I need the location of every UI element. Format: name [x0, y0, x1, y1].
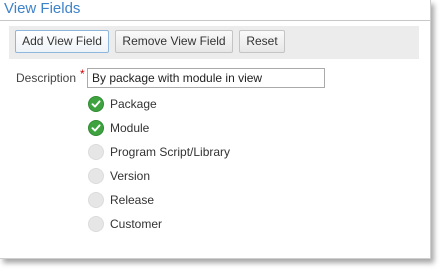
check-circle-icon[interactable]	[88, 120, 104, 136]
empty-circle-icon[interactable]	[88, 168, 104, 184]
field-item-release[interactable]: Release	[88, 191, 288, 209]
field-item-customer[interactable]: Customer	[88, 215, 288, 233]
add-view-field-button[interactable]: Add View Field	[15, 30, 109, 53]
field-label: Release	[110, 193, 155, 207]
field-label: Package	[110, 97, 157, 111]
field-label: Version	[110, 169, 151, 183]
field-label: Customer	[110, 217, 163, 231]
remove-view-field-button[interactable]: Remove View Field	[115, 30, 233, 53]
required-marker: *	[80, 67, 85, 81]
description-label: Description	[16, 71, 77, 85]
check-circle-icon[interactable]	[88, 96, 104, 112]
empty-circle-icon[interactable]	[88, 144, 104, 160]
field-label: Module	[110, 121, 150, 135]
empty-circle-icon[interactable]	[88, 192, 104, 208]
empty-circle-icon[interactable]	[88, 216, 104, 232]
field-item-program-script-library[interactable]: Program Script/Library	[88, 143, 288, 161]
view-fields-panel: View Fields Add View Field Remove View F…	[0, 0, 431, 259]
panel-title: View Fields	[4, 0, 81, 17]
reset-button[interactable]: Reset	[239, 30, 285, 53]
title-divider	[0, 20, 430, 21]
field-item-version[interactable]: Version	[88, 167, 288, 185]
toolbar: Add View Field Remove View Field Reset	[9, 26, 419, 59]
description-field[interactable]	[87, 68, 325, 88]
field-item-module[interactable]: Module	[88, 119, 288, 137]
field-item-package[interactable]: Package	[88, 95, 288, 113]
field-label: Program Script/Library	[110, 145, 231, 159]
